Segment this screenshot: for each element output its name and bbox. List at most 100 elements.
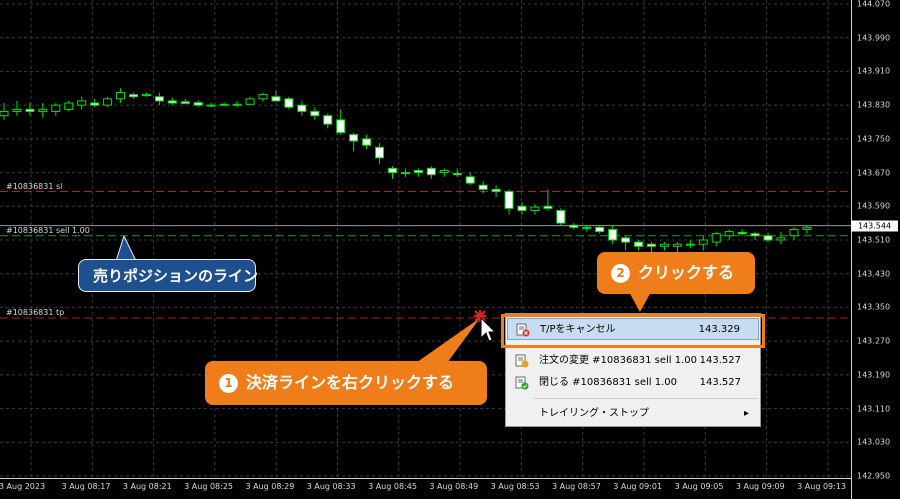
candle-body xyxy=(452,172,462,176)
price-tick-label: 143.670 xyxy=(857,168,891,178)
price-tick-label: 143.510 xyxy=(857,235,891,245)
menu-separator xyxy=(534,398,758,399)
cancel-tp-highlight-box xyxy=(501,314,765,348)
candle-body xyxy=(271,96,281,102)
time-tick-label: 3 Aug 09:13 xyxy=(797,482,847,491)
candle-body xyxy=(129,94,138,98)
candle-body xyxy=(608,228,618,241)
candle-body xyxy=(323,115,333,125)
time-tick-label: 3 Aug 09:01 xyxy=(613,482,663,491)
candle-body xyxy=(439,169,449,174)
tp-line-label: #10836831 tp xyxy=(6,307,65,317)
price-tick-label: 143.190 xyxy=(857,370,891,380)
step2-number: 2 xyxy=(611,264,630,283)
candle-body xyxy=(491,188,501,193)
step2-text: クリックする xyxy=(638,263,735,282)
candle-body xyxy=(193,102,203,106)
candle-body xyxy=(12,108,22,112)
time-tick-label: 3 Aug 08:57 xyxy=(551,482,601,491)
price-tick-label: 143.990 xyxy=(857,33,891,43)
position-line-callout: 売りポジションのライン xyxy=(78,259,259,292)
price-tick-label: 143.830 xyxy=(857,100,891,110)
candle-body xyxy=(206,104,216,107)
candle-body xyxy=(724,231,734,237)
time-tick-label: 3 Aug 09:05 xyxy=(674,482,724,491)
candle-body xyxy=(698,239,708,245)
candle-body xyxy=(776,237,786,241)
candle-body xyxy=(349,134,359,142)
candle-body xyxy=(569,224,579,228)
price-tick-label: 143.270 xyxy=(857,336,891,346)
close-order-icon xyxy=(515,376,529,390)
candle-body xyxy=(400,172,410,175)
candle-body xyxy=(685,243,695,246)
candle-body xyxy=(51,104,61,112)
time-tick-label: 3 Aug 2023 xyxy=(0,482,46,491)
candle-body xyxy=(297,104,307,112)
candle-body xyxy=(258,94,268,100)
candle-body xyxy=(154,96,164,102)
candle-body xyxy=(530,206,540,211)
submenu-arrow-icon: ▸ xyxy=(743,408,749,419)
candle-body xyxy=(90,102,100,106)
step1-number: 1 xyxy=(219,374,238,393)
menu-item-value: 143.527 xyxy=(699,377,741,388)
time-tick-label: 3 Aug 08:49 xyxy=(429,482,479,491)
candle-body xyxy=(750,233,760,237)
candle-body xyxy=(802,226,812,230)
time-tick-label: 3 Aug 08:29 xyxy=(245,482,295,491)
candle-body xyxy=(478,184,488,190)
candle-body xyxy=(336,119,346,134)
menu-item-label: 閉じる #10836831 sell 1.00 xyxy=(539,377,677,388)
price-tick-label: 143.110 xyxy=(857,404,891,414)
candle-body xyxy=(711,233,721,243)
price-tick-label: 143.750 xyxy=(857,134,891,144)
candle-body xyxy=(595,226,605,233)
candle-body xyxy=(763,235,773,241)
menu-item-trailing-stop[interactable]: トレイリング・ストップ ▸ xyxy=(507,403,759,425)
candle-body xyxy=(621,237,631,243)
menu-item-modify-order[interactable]: 注文の変更 #10836831 sell 1.00 143.527 xyxy=(507,350,759,372)
candle-body xyxy=(426,167,436,176)
candle-body xyxy=(413,169,423,174)
step1-text: 決済ラインを右クリックする xyxy=(246,373,455,392)
menu-item-close-order[interactable]: 閉じる #10836831 sell 1.00 143.527 xyxy=(507,372,759,394)
price-tick-label: 143.030 xyxy=(857,437,891,447)
chart-window[interactable]: 144.070 143.990 143.910 143.830 143.750 143.6… xyxy=(0,0,900,499)
time-tick-label: 3 Aug 08:53 xyxy=(490,482,540,491)
candle-body xyxy=(504,191,514,209)
candle-body xyxy=(465,176,475,184)
candle-body xyxy=(789,228,799,237)
candle-body xyxy=(116,92,126,100)
candle-body xyxy=(141,94,151,97)
candle-body xyxy=(582,226,592,229)
candle-body xyxy=(517,205,527,212)
mouse-cursor-icon xyxy=(474,310,497,342)
candle-body xyxy=(180,101,190,104)
position-line-callout-text: 売りポジションのライン xyxy=(93,267,259,285)
candle-body xyxy=(362,138,372,146)
price-tick-label: 143.350 xyxy=(857,302,891,312)
candle-body xyxy=(64,102,74,110)
candle-body xyxy=(634,241,644,247)
price-tick-label: 142.950 xyxy=(857,471,891,481)
sl-line-label: #10836831 sl xyxy=(6,181,63,191)
price-tick-label: 144.070 xyxy=(857,0,891,9)
price-tick-label: 143.430 xyxy=(857,269,891,279)
current-price-marker: 143.544 xyxy=(851,220,898,232)
candle-body xyxy=(38,108,48,112)
candle-body xyxy=(647,243,656,247)
time-tick-label: 3 Aug 08:21 xyxy=(122,482,172,491)
candle-body xyxy=(310,110,320,117)
candle-body xyxy=(388,167,397,174)
time-tick-label: 3 Aug 08:45 xyxy=(368,482,417,491)
menu-item-label: トレイリング・ストップ xyxy=(539,408,649,419)
candle-body xyxy=(245,98,255,105)
price-tick-label: 143.590 xyxy=(857,201,891,211)
price-axis: 144.070 143.990 143.910 143.830 143.750 143.6… xyxy=(851,0,900,499)
candle-body xyxy=(659,243,669,247)
time-tick-label: 3 Aug 08:25 xyxy=(184,482,234,491)
menu-item-value: 143.527 xyxy=(699,355,741,366)
step2-callout: 2 クリックする xyxy=(597,252,755,294)
price-tick-label: 143.910 xyxy=(857,66,891,76)
